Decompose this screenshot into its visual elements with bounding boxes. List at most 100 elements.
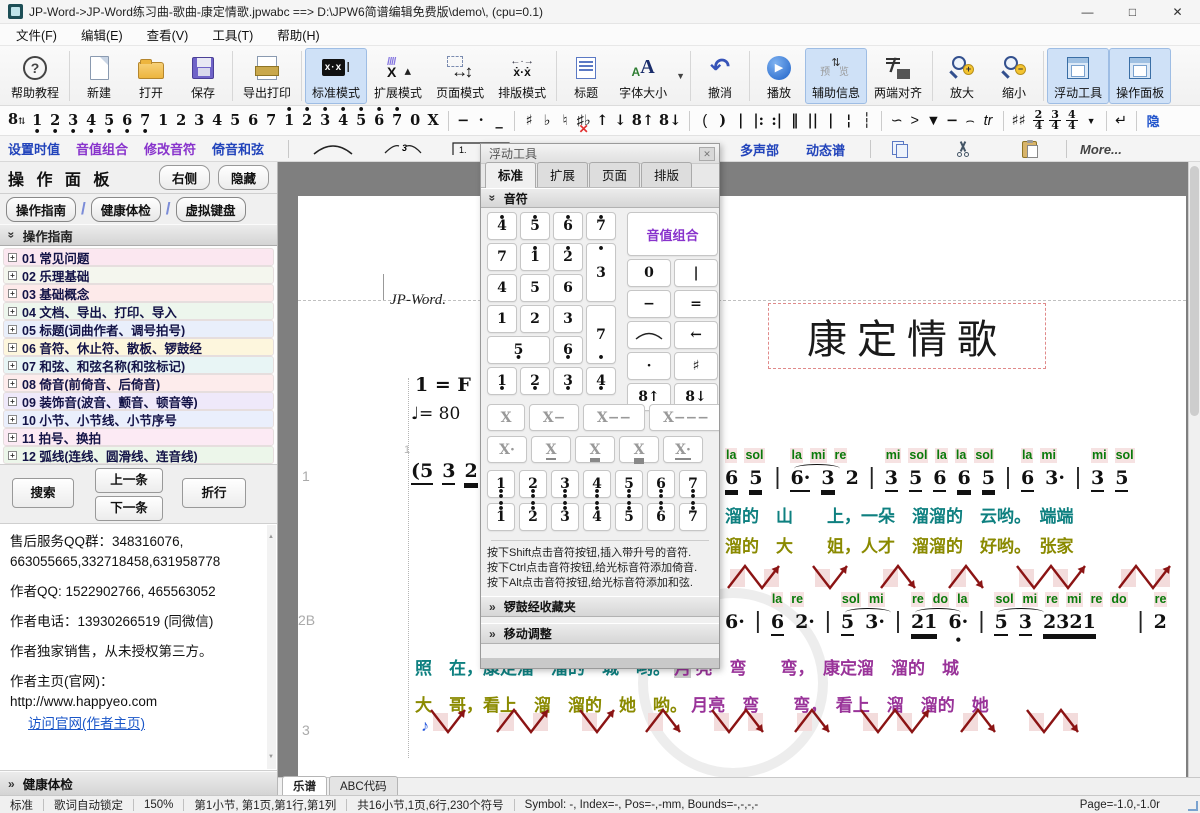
symbol-¦-button[interactable]: ¦ <box>840 110 857 132</box>
note-♯-button[interactable]: ♯ <box>674 352 718 380</box>
note[interactable]: 5 <box>909 466 922 490</box>
float-tool-button[interactable]: 浮动工具 <box>1047 48 1109 104</box>
floating-panel-close-icon[interactable]: ✕ <box>699 147 715 161</box>
note[interactable]: 3· <box>1045 466 1065 490</box>
symbol-▼-button[interactable]: ▼ <box>924 110 942 132</box>
note[interactable]: 6 <box>725 466 738 490</box>
note[interactable]: 6 <box>957 466 970 490</box>
symbol-1-button[interactable]: 1 <box>155 110 172 132</box>
operation-panel-button[interactable]: 操作面板 <box>1109 48 1171 104</box>
note-1-button[interactable]: 1• <box>487 367 517 395</box>
note-X-button[interactable]: X <box>487 404 525 431</box>
note-2-button[interactable]: 2• <box>553 243 583 271</box>
font-size-button[interactable]: AA 字体大小 <box>612 48 674 104</box>
measure[interactable]: lamire6·32 <box>790 448 858 490</box>
new-button[interactable]: 新建 <box>73 48 125 104</box>
symbol-⌢-button[interactable]: ⌢ <box>962 110 979 132</box>
ftab-page[interactable]: 页面 <box>589 162 640 187</box>
note-5-button[interactable]: 5 <box>520 274 550 302</box>
font-size-dropdown[interactable]: ▼ <box>674 71 687 81</box>
measure[interactable]: misol35 <box>1091 448 1135 490</box>
undo-button[interactable]: ↶ 撤消 <box>694 48 746 104</box>
guide-item[interactable]: +06 音符、休止符、散板、锣鼓经 <box>3 338 274 356</box>
guide-item[interactable]: +05 标题(词曲作者、调号拍号) <box>3 320 274 338</box>
note-−-button[interactable]: − <box>627 290 671 318</box>
note-1-button[interactable]: 1 <box>487 305 517 333</box>
note-2-button[interactable]: 2•• <box>519 470 547 498</box>
tab-health-check[interactable]: 健康体检 <box>91 197 161 222</box>
more-button[interactable]: More... <box>1080 136 1122 162</box>
octave-shift-icon[interactable]: 8⇅ <box>6 109 28 133</box>
measure[interactable]: lami63· <box>1021 448 1065 490</box>
note-4-button[interactable]: 4• <box>586 367 616 395</box>
symbol-∽-button[interactable]: ∽ <box>888 110 905 132</box>
note-4-button[interactable]: 4•• <box>583 470 611 498</box>
symbol-4-button[interactable]: 4• <box>83 110 100 132</box>
pickup-notes[interactable]: (532 <box>411 459 478 483</box>
note-1-button[interactable]: 1•• <box>487 470 515 498</box>
symbol-||-button[interactable]: || <box>804 110 821 132</box>
symbol-−-button[interactable]: − <box>455 110 472 132</box>
guide-item[interactable]: +08 倚音(前倚音、后倚音) <box>3 374 274 392</box>
note-←-button[interactable]: ← <box>674 321 718 349</box>
symbol-5-button[interactable]: 5• <box>353 110 370 132</box>
section-move-adjust[interactable]: »移动调整 <box>481 623 719 644</box>
symbol-‖-button[interactable]: ‖ <box>786 110 803 132</box>
tempo-mark[interactable]: ♩= 80 <box>411 404 460 424</box>
guide-item[interactable]: +01 常见问题 <box>3 248 274 266</box>
guide-item[interactable]: +09 装饰音(波音、颤音、顿音等) <box>3 392 274 410</box>
official-site-link[interactable]: 访问官网(作者主页) <box>28 714 145 734</box>
note-2-button[interactable]: 2 <box>520 305 550 333</box>
zoom-out-button[interactable]: − 缩小 <box>988 48 1040 104</box>
symbol-7-button[interactable]: 7• <box>137 110 154 132</box>
note-5-button[interactable]: 5•• <box>615 503 643 531</box>
symbol-7-button[interactable]: 7 <box>263 110 280 132</box>
note-·-button[interactable]: · <box>627 352 671 380</box>
tab-virtual-keyboard[interactable]: 虚拟键盘 <box>176 197 246 222</box>
note[interactable]: (5 <box>411 459 433 483</box>
symbol->-button[interactable]: > <box>906 110 923 132</box>
health-section-header[interactable]: » 健康体检 <box>0 771 277 795</box>
standard-mode-button[interactable]: x·xI 标准模式 <box>305 48 367 104</box>
value-group-button[interactable]: 音值组合 <box>76 139 128 158</box>
note-X·-button[interactable]: X· <box>663 436 703 463</box>
note[interactable]: 2321 <box>1043 610 1096 634</box>
lyric-line-1a[interactable]: 溜的 山 上，一朵 溜溜的 云哟。 端端 <box>725 502 1074 527</box>
symbol-2-button[interactable]: 2• <box>299 110 316 132</box>
note-6-button[interactable]: 6• <box>553 336 583 364</box>
ftab-layout[interactable]: 排版 <box>641 162 692 187</box>
note-7-button[interactable]: 7• <box>586 212 616 240</box>
timesig-dropdown[interactable]: ▼ <box>1083 110 1100 132</box>
note-X-button[interactable]: X <box>531 436 571 463</box>
tab-operation-guide[interactable]: 操作指南 <box>6 197 76 222</box>
lyric-line-1b[interactable]: 溜的 大 姐，人才 溜溜的 好哟。 张家 <box>725 532 1074 557</box>
notes-section-header[interactable]: » 音符 <box>481 188 719 208</box>
symbol-|-button[interactable]: | <box>732 110 749 132</box>
open-button[interactable]: 打开 <box>125 48 177 104</box>
key-transpose-button[interactable]: ♯♯ <box>1010 110 1028 132</box>
note[interactable]: 2 <box>1154 610 1167 634</box>
cut-button[interactable] <box>956 136 970 162</box>
symbol-X-button[interactable]: X <box>425 110 442 132</box>
note[interactable]: 3 <box>885 466 898 490</box>
extend-mode-button[interactable]: ////X▴ 扩展模式 <box>367 48 429 104</box>
key-signature[interactable]: 1 = F <box>415 374 471 396</box>
note[interactable]: 2· <box>795 610 815 634</box>
expand-icon[interactable]: + <box>8 397 17 406</box>
note-X-button[interactable]: X <box>575 436 615 463</box>
symbol-♯-button[interactable]: ♯ <box>521 110 538 132</box>
measure[interactable]: lare62· <box>771 592 815 634</box>
symbol-tr-button[interactable]: tr <box>980 110 997 132</box>
symbol-7-button[interactable]: 7• <box>389 110 406 132</box>
symbol-5-button[interactable]: 5• <box>101 110 118 132</box>
next-item-button[interactable]: 下一条 <box>95 496 163 521</box>
guide-item[interactable]: +12 弧线(连线、圆滑线、连音线) <box>3 446 274 464</box>
search-button[interactable]: 搜索 <box>12 478 74 508</box>
guide-item[interactable]: +10 小节、小节线、小节序号 <box>3 410 274 428</box>
note[interactable]: 3 <box>442 459 455 483</box>
page-mode-button[interactable]: ↕↔ 页面模式 <box>429 48 491 104</box>
info-scrollbar[interactable] <box>267 525 276 769</box>
note-|-button[interactable]: | <box>674 259 718 287</box>
symbol-4-button[interactable]: 4 <box>209 110 226 132</box>
menu-help[interactable]: 帮助(H) <box>267 23 329 46</box>
